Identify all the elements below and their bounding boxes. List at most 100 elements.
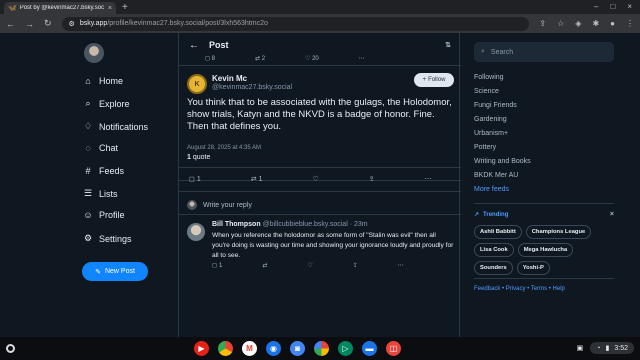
extensions-puzzle-icon[interactable]: ✱ <box>592 19 599 28</box>
gmail-icon[interactable]: M <box>242 341 257 356</box>
messages-icon[interactable]: ◉ <box>266 341 281 356</box>
close-trending-icon[interactable]: × <box>610 211 614 218</box>
overview-icon[interactable]: ▣ <box>577 344 584 352</box>
tab-title: Post by @kevinmac27.bsky.soc <box>19 5 105 11</box>
like-button[interactable]: ♡ <box>313 175 319 183</box>
comment-author-name[interactable]: Bill Thompson <box>212 221 261 228</box>
trending-topic[interactable]: Lisa Cook <box>474 243 514 257</box>
reload-icon[interactable]: ↻ <box>44 18 52 29</box>
back-arrow-icon[interactable]: ← <box>189 40 199 51</box>
comment-repost-button[interactable]: ⇄ <box>262 262 267 269</box>
trending-topic[interactable]: Mega Hawlucha <box>517 243 574 257</box>
clock: 3:52 <box>614 344 628 352</box>
feed-item[interactable]: Urbanism+ <box>474 127 531 141</box>
feed-item[interactable]: Pottery <box>474 141 531 155</box>
close-tab-icon[interactable]: × <box>108 5 112 12</box>
thread-header: ← Post ⇅ <box>179 33 461 57</box>
feed-item[interactable]: BKDK Mer AU <box>474 169 531 183</box>
menu-kebab-icon[interactable]: ⋮ <box>626 19 634 28</box>
comment-share-button[interactable]: ⇪ <box>353 262 358 269</box>
repost-count: 1 <box>258 175 263 183</box>
share-button[interactable]: ⇪ <box>369 175 375 183</box>
parent-reply-count[interactable]: ◻ 8 <box>205 55 215 62</box>
nav-lists[interactable]: ☰ Lists <box>83 188 118 199</box>
forward-arrow-icon[interactable]: → <box>25 19 34 29</box>
play-store-icon[interactable]: ▷ <box>338 341 353 356</box>
nav-feeds[interactable]: # Feeds <box>83 166 124 176</box>
more-feeds-link[interactable]: More feeds <box>474 183 531 197</box>
footer-links[interactable]: Feedback • Privacy • Terms • Help <box>474 286 565 292</box>
camera-icon[interactable]: ◙ <box>290 341 305 356</box>
parent-repost-count[interactable]: ⇄ 2 <box>255 55 265 62</box>
new-post-button[interactable]: ✎ New Post <box>82 262 148 281</box>
repost-button[interactable]: ⇄ 1 <box>251 175 263 184</box>
parent-more-icon[interactable]: ⋯ <box>359 55 365 62</box>
feed-item[interactable]: Writing and Books <box>474 155 531 169</box>
reply-composer[interactable]: Write your reply <box>187 200 252 210</box>
bookmark-star-icon[interactable]: ☆ <box>557 19 564 28</box>
nav-home[interactable]: ⌂ Home <box>83 76 123 86</box>
screen-capture-icon[interactable]: ◫ <box>386 341 401 356</box>
site-info-icon[interactable]: ⚙ <box>69 20 75 28</box>
chrome-icon[interactable] <box>218 341 233 356</box>
launcher-icon[interactable] <box>6 344 15 353</box>
parent-like-count[interactable]: ♡ 20 <box>305 55 319 62</box>
sort-options-icon[interactable]: ⇅ <box>445 41 451 49</box>
parent-repost-count-value: 2 <box>261 56 266 62</box>
share-icon[interactable]: ⇪ <box>539 19 546 28</box>
new-tab-icon[interactable]: + <box>122 2 128 14</box>
youtube-icon[interactable]: ▶ <box>194 341 209 356</box>
chat-icon: ◌ <box>85 143 91 153</box>
nav-explore[interactable]: ⌕ Explore <box>83 98 129 109</box>
nav-chat[interactable]: ◌ Chat <box>83 143 118 153</box>
reply-icon: ◻ <box>212 263 217 269</box>
share-icon: ⇪ <box>368 176 375 183</box>
status-area[interactable]: ◔ ▮ 3:52 <box>590 342 634 354</box>
address-bar[interactable]: ⚙ bsky.app/profile/kevinmac27.bsky.socia… <box>61 16 530 31</box>
feed-item[interactable]: Gardening <box>474 113 531 127</box>
trending-topic[interactable]: Ashli Babbitt <box>474 225 522 239</box>
more-options-button[interactable]: ⋯ <box>425 175 432 183</box>
follow-button[interactable]: + Follow <box>414 73 454 87</box>
comment-reply-button[interactable]: ◻ 1 <box>212 262 222 270</box>
browser-tab[interactable]: 🦋 Post by @kevinmac27.bsky.soc × <box>4 2 116 14</box>
photos-icon[interactable] <box>314 341 329 356</box>
comment-more-button[interactable]: ⋯ <box>398 262 404 269</box>
divider <box>474 203 614 204</box>
commenter-avatar[interactable] <box>187 223 205 241</box>
reply-button[interactable]: ◻ 1 <box>189 175 201 184</box>
comment-author-handle[interactable]: @billcubbieblue.bsky.social <box>263 221 348 228</box>
pinned-apps: ▶ M ◉ ◙ ▷ ▬ ◫ <box>194 341 401 356</box>
nav-feeds-label: Feeds <box>99 166 125 176</box>
status-tray[interactable]: ▣ ◔ ▮ 3:52 <box>577 342 634 354</box>
comment-like-button[interactable]: ♡ <box>307 262 312 269</box>
compose-icon: ✎ <box>95 268 101 276</box>
quote-count[interactable]: 1 quote <box>187 154 210 161</box>
files-icon[interactable]: ▬ <box>362 341 377 356</box>
feed-item[interactable]: Following <box>474 71 531 85</box>
post-timestamp: August 28, 2025 at 4:35 AM <box>187 145 262 151</box>
search-icon: ⌕ <box>481 48 485 55</box>
back-arrow-icon[interactable]: ← <box>6 19 15 29</box>
minimize-icon[interactable]: – <box>594 0 598 14</box>
extension-icon[interactable]: ◈ <box>575 19 581 28</box>
author-handle[interactable]: @kevinmac27.bsky.social <box>212 84 292 91</box>
url-path: /profile/kevinmac27.bsky.social/post/3lx… <box>107 20 268 27</box>
my-avatar[interactable] <box>84 43 104 63</box>
feed-item[interactable]: Science <box>474 85 531 99</box>
trending-topic[interactable]: Yoshi-P <box>516 261 550 275</box>
heart-icon: ♡ <box>307 263 313 269</box>
close-window-icon[interactable]: × <box>627 0 632 14</box>
nav-settings[interactable]: ⚙ Settings <box>83 233 132 244</box>
author-avatar[interactable]: K <box>187 74 207 94</box>
maximize-icon[interactable]: □ <box>610 0 615 14</box>
profile-icon[interactable]: ● <box>610 19 615 28</box>
trending-topic[interactable]: Sounders <box>474 261 513 275</box>
quote-count-value: 1 <box>187 154 191 161</box>
nav-notifications[interactable]: ♢ Notifications <box>83 121 148 132</box>
feed-item[interactable]: Fungi Friends <box>474 99 531 113</box>
author-name[interactable]: Kevin Mc <box>212 74 247 83</box>
nav-profile[interactable]: ☺ Profile <box>83 210 124 220</box>
search-input[interactable]: ⌕ Search <box>474 42 614 62</box>
trending-topic[interactable]: Champions League <box>525 225 592 239</box>
